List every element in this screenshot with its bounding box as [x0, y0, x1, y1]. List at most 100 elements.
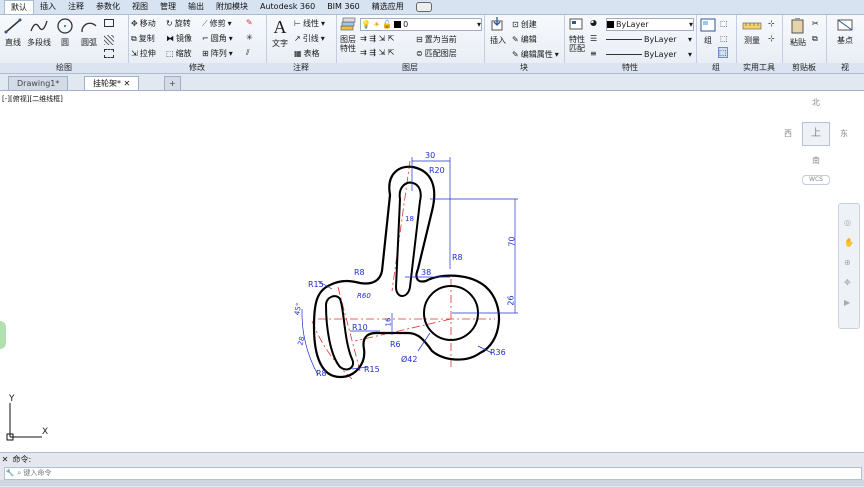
- linetype-icon-button[interactable]: ☰: [590, 34, 597, 43]
- dim-r20[interactable]: R20: [429, 166, 445, 175]
- panel-title-view[interactable]: 视: [826, 63, 864, 73]
- dim-phi42[interactable]: Ø42: [401, 355, 417, 364]
- utility-tool-1[interactable]: ⊹: [768, 19, 775, 28]
- offset-button[interactable]: ⫽: [246, 48, 250, 58]
- insert-button[interactable]: 插入: [486, 17, 510, 46]
- menu-tab-9[interactable]: BIM 360: [321, 0, 366, 14]
- panel-title-clipboard[interactable]: 剪贴板: [782, 63, 826, 73]
- panel-title-properties[interactable]: 特性: [564, 63, 696, 73]
- dim-r6[interactable]: R6: [390, 340, 401, 349]
- array-button[interactable]: ⊞ 阵列 ▾: [202, 48, 233, 59]
- color-wheel-icon-button[interactable]: ◕: [590, 18, 597, 27]
- text-button[interactable]: A 文字: [269, 16, 291, 49]
- dim-18[interactable]: 18: [405, 215, 414, 223]
- copy-button[interactable]: ⧉ 复制: [131, 33, 155, 44]
- edit-block-button[interactable]: ✎ 编辑: [512, 34, 537, 45]
- dim-26[interactable]: 26: [507, 295, 516, 305]
- menu-tab-7[interactable]: 附加模块: [210, 0, 254, 14]
- dim-r60[interactable]: R60: [357, 292, 371, 300]
- measure-button[interactable]: 测量: [740, 19, 764, 46]
- erase-button[interactable]: ✎: [246, 18, 253, 27]
- boundary-tool[interactable]: [104, 49, 114, 58]
- ungroup-button[interactable]: ⬚: [720, 19, 728, 28]
- menu-tab-0[interactable]: 默认: [4, 0, 34, 14]
- dim-r8-upper[interactable]: R8: [452, 253, 463, 262]
- drawing-canvas[interactable]: [-][俯视][二维线框] 北 西 上 东 南 WCS ◎ ✋ ⊕ ✥ ▶ Y …: [0, 91, 864, 449]
- layer-properties-button[interactable]: 图层特性: [338, 17, 358, 53]
- menu-tab-8[interactable]: Autodesk 360: [254, 0, 321, 14]
- table-button[interactable]: ▦ 表格: [294, 48, 320, 59]
- menu-tab-3[interactable]: 参数化: [90, 0, 126, 14]
- paste-button[interactable]: 粘贴: [786, 17, 810, 48]
- scale-button[interactable]: ⬚ 缩放: [166, 48, 192, 59]
- base-point-button[interactable]: 基点: [832, 17, 858, 46]
- match-layer-button[interactable]: ⊜ 匹配图层: [416, 48, 457, 59]
- match-properties-button[interactable]: 特性匹配: [566, 17, 588, 53]
- linear-dim-button[interactable]: ⊢ 线性 ▾: [294, 18, 325, 29]
- dim-r8-lower[interactable]: R8: [316, 369, 327, 378]
- panel-title-utilities[interactable]: 实用工具: [736, 63, 782, 73]
- menu-tab-1[interactable]: 插入: [34, 0, 62, 14]
- wrench-icon[interactable]: 🔧: [5, 468, 15, 479]
- rectangle-tool[interactable]: [104, 19, 114, 27]
- menu-tab-10[interactable]: 精选应用: [366, 0, 410, 14]
- group-edit-button[interactable]: ⬚: [720, 34, 728, 43]
- layer-dropdown[interactable]: 💡 ☀ 🔓 0 ▾: [360, 18, 482, 31]
- hatch-tool[interactable]: [104, 35, 114, 45]
- set-current-button[interactable]: ⊟ 置为当前: [416, 34, 457, 45]
- tab-drawing2[interactable]: 挂轮架* ✕: [84, 76, 140, 90]
- layer-tools-row2[interactable]: ⇉ ⇶ ⇲ ⇱: [360, 48, 394, 57]
- menu-tab-6[interactable]: 输出: [182, 0, 210, 14]
- edit-attributes-button[interactable]: ✎ 编辑属性 ▾: [512, 49, 559, 60]
- dim-r15-upper[interactable]: R15: [308, 280, 324, 289]
- dim-16[interactable]: 16: [384, 318, 392, 327]
- dim-r15-lower[interactable]: R15: [364, 365, 380, 374]
- dim-38[interactable]: 38: [421, 268, 431, 277]
- dim-r8-left[interactable]: R8: [354, 268, 365, 277]
- dim-70[interactable]: 70: [508, 236, 517, 246]
- menu-tab-5[interactable]: 管理: [154, 0, 182, 14]
- close-icon[interactable]: ✕: [124, 79, 131, 88]
- stretch-button[interactable]: ⇲ 拉伸: [131, 48, 156, 59]
- lineweight-icon-button[interactable]: ≡: [590, 49, 597, 58]
- ribbon-toggle-button[interactable]: [415, 2, 432, 12]
- polyline-button[interactable]: 多段线: [26, 17, 52, 48]
- panel-properties: 特性匹配 ◕ ☰ ≡ ByLayer ▾ ByLayer ▾ ByLayer ▾…: [564, 15, 697, 73]
- group-button[interactable]: 组: [698, 17, 718, 46]
- leader-button[interactable]: ↗ 引线 ▾: [294, 33, 325, 44]
- copy-clip-button[interactable]: ⧉: [812, 34, 818, 44]
- new-tab-button[interactable]: +: [164, 76, 181, 90]
- menu-tab-2[interactable]: 注释: [62, 0, 90, 14]
- trim-button[interactable]: ⟋ 修剪 ▾: [202, 18, 232, 29]
- panel-title-block[interactable]: 块: [484, 63, 564, 73]
- dim-r10[interactable]: R10: [352, 323, 368, 332]
- close-icon[interactable]: ✕: [0, 453, 10, 466]
- panel-title-annotation[interactable]: 注释: [266, 63, 336, 73]
- layer-tools-row1[interactable]: ⇉ ⇶ ⇲ ⇱: [360, 34, 394, 43]
- tab-drawing1[interactable]: Drawing1*: [8, 76, 69, 90]
- group-select-toggle[interactable]: ⬚: [718, 47, 728, 58]
- create-block-button[interactable]: ⊡ 创建: [512, 19, 537, 30]
- arc-button[interactable]: 圆弧: [78, 17, 100, 48]
- linetype-dropdown[interactable]: ByLayer ▾: [606, 34, 692, 45]
- fillet-button[interactable]: ⌐ 圆角 ▾: [202, 33, 233, 44]
- move-button[interactable]: ✥ 移动: [131, 18, 156, 29]
- rotate-button[interactable]: ↻ 旋转: [166, 18, 191, 29]
- color-dropdown[interactable]: ByLayer ▾: [606, 18, 694, 31]
- dim-r36[interactable]: R36: [490, 348, 506, 357]
- line-button[interactable]: 直线: [2, 17, 24, 48]
- circle-button[interactable]: 圆: [54, 17, 76, 48]
- cut-button[interactable]: ✂: [812, 19, 819, 28]
- mechanical-drawing[interactable]: [0, 91, 864, 449]
- mirror-button[interactable]: ⧓ 镜像: [166, 33, 192, 44]
- panel-title-draw[interactable]: 绘图: [0, 63, 128, 73]
- utility-tool-2[interactable]: ⊹: [768, 34, 775, 43]
- explode-button[interactable]: ✳: [246, 33, 253, 42]
- panel-title-groups[interactable]: 组: [696, 63, 736, 73]
- lineweight-dropdown[interactable]: ByLayer ▾: [606, 49, 692, 60]
- panel-title-modify[interactable]: 修改: [128, 63, 266, 73]
- command-input[interactable]: 🔧 ⌕ 键入命令: [4, 467, 862, 480]
- panel-title-layers[interactable]: 图层: [336, 63, 484, 73]
- dim-30[interactable]: 30: [425, 151, 435, 160]
- menu-tab-4[interactable]: 视图: [126, 0, 154, 14]
